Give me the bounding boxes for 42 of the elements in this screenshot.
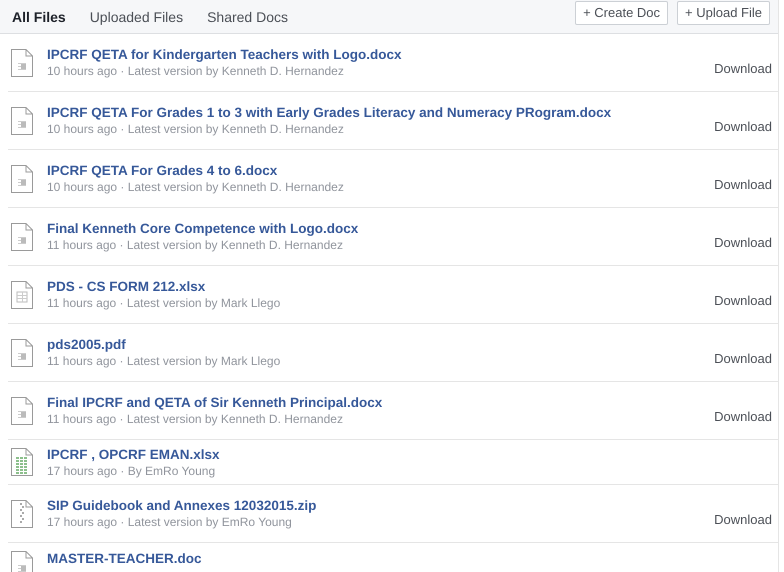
download-link[interactable]: Download: [714, 61, 778, 76]
download-link[interactable]: Download: [714, 235, 778, 250]
document-file-icon: [11, 222, 33, 250]
document-file-icon: [11, 106, 33, 134]
file-meta: 11 hours ago · Latest version by Mark Llego: [47, 354, 282, 368]
file-name-link[interactable]: Final IPCRF and QETA of Sir Kenneth Principal.docx: [47, 395, 700, 410]
download-link[interactable]: Download: [714, 351, 778, 366]
document-file-icon: [11, 48, 33, 76]
file-meta: 11 hours ago · Latest version by Kenneth D. Hernandez: [47, 238, 344, 252]
file-name-link[interactable]: IPCRF , OPCRF EMAN.xlsx: [47, 446, 778, 462]
file-meta: 10 hours ago · Latest version by Kenneth D. Hernandez: [47, 64, 345, 78]
document-file-icon: [11, 551, 33, 572]
file-meta: 11 hours ago · Latest version by Kenneth D. Hernandez: [47, 412, 344, 426]
file-name-link[interactable]: Final Kenneth Core Competence with Logo.docx: [47, 221, 700, 236]
file-name-link[interactable]: SIP Guidebook and Annexes 12032015.zip: [47, 498, 700, 513]
file-name-link[interactable]: pds2005.pdf: [47, 337, 700, 352]
file-meta: 17 hours ago · Latest version by EmRo Young: [47, 515, 293, 529]
file-name-link[interactable]: PDS - CS FORM 212.xlsx: [47, 279, 700, 294]
tab[interactable]: Uploaded Files: [78, 8, 196, 24]
document-file-icon: [11, 338, 33, 366]
file-meta: 17 hours ago · By EmRo Young: [47, 464, 216, 478]
action-button[interactable]: + Upload File: [677, 0, 770, 24]
download-link[interactable]: Download: [714, 409, 778, 424]
spreadsheet-file-icon: [11, 280, 33, 308]
document-file-icon: [11, 396, 33, 424]
spreadsheet-file-icon: [11, 448, 33, 476]
download-link[interactable]: Download: [714, 293, 778, 308]
file-meta: 10 hours ago · Latest version by Kenneth D. Hernandez: [47, 180, 345, 194]
download-link[interactable]: Download: [714, 119, 778, 134]
file-name-link[interactable]: IPCRF QETA for Kindergarten Teachers with Logo.docx: [47, 47, 700, 62]
file-name-link[interactable]: IPCRF QETA For Grades 1 to 3 with Early Grades Literacy and Numeracy PRogram.docx: [47, 105, 700, 120]
tab[interactable]: All Files: [0, 8, 78, 24]
download-link[interactable]: Download: [714, 512, 778, 527]
file-meta: 11 hours ago · Latest version by Mark Llego: [47, 296, 282, 310]
document-file-icon: [11, 164, 33, 192]
zip-file-icon: [11, 500, 33, 528]
file-meta: 10 hours ago · Latest version by Kenneth D. Hernandez: [47, 122, 345, 136]
file-name-link[interactable]: MASTER-TEACHER.doc: [47, 551, 778, 566]
action-button[interactable]: + Create Doc: [575, 0, 668, 24]
tab[interactable]: Shared Docs: [195, 8, 300, 24]
download-link[interactable]: Download: [714, 177, 778, 192]
file-name-link[interactable]: IPCRF QETA For Grades 4 to 6.docx: [47, 163, 700, 178]
